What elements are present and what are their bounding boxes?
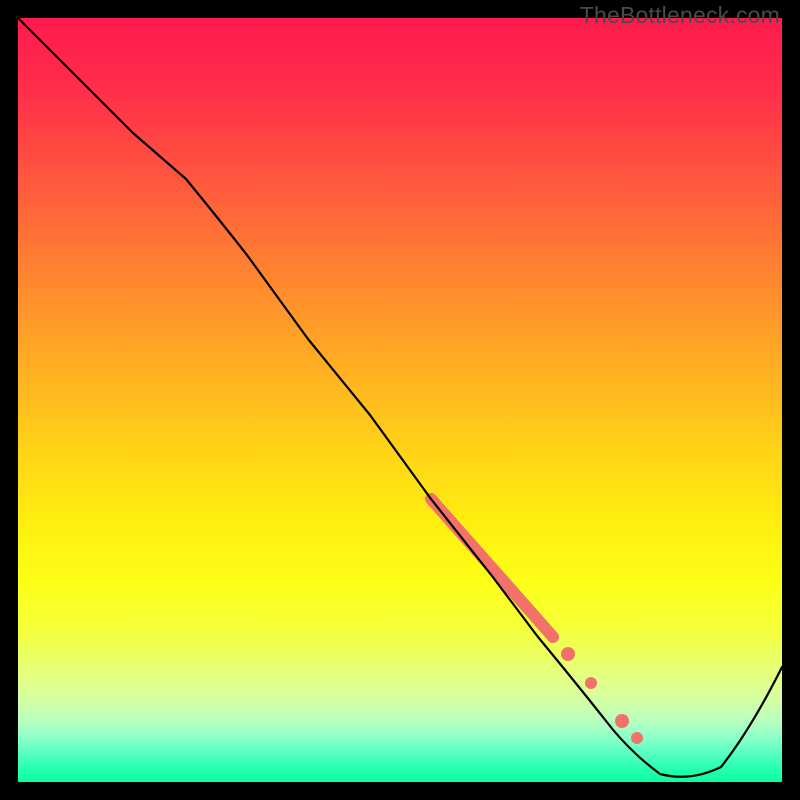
curve-path: [18, 18, 782, 777]
line-series: [18, 18, 782, 782]
chart-frame: TheBottleneck.com: [0, 0, 800, 800]
highlight-dot: [631, 732, 643, 744]
highlight-dot: [615, 714, 629, 728]
highlight-dot: [585, 677, 597, 689]
highlight-segment: [431, 499, 553, 637]
highlight-dot: [561, 647, 575, 661]
plot-area: [18, 18, 782, 782]
